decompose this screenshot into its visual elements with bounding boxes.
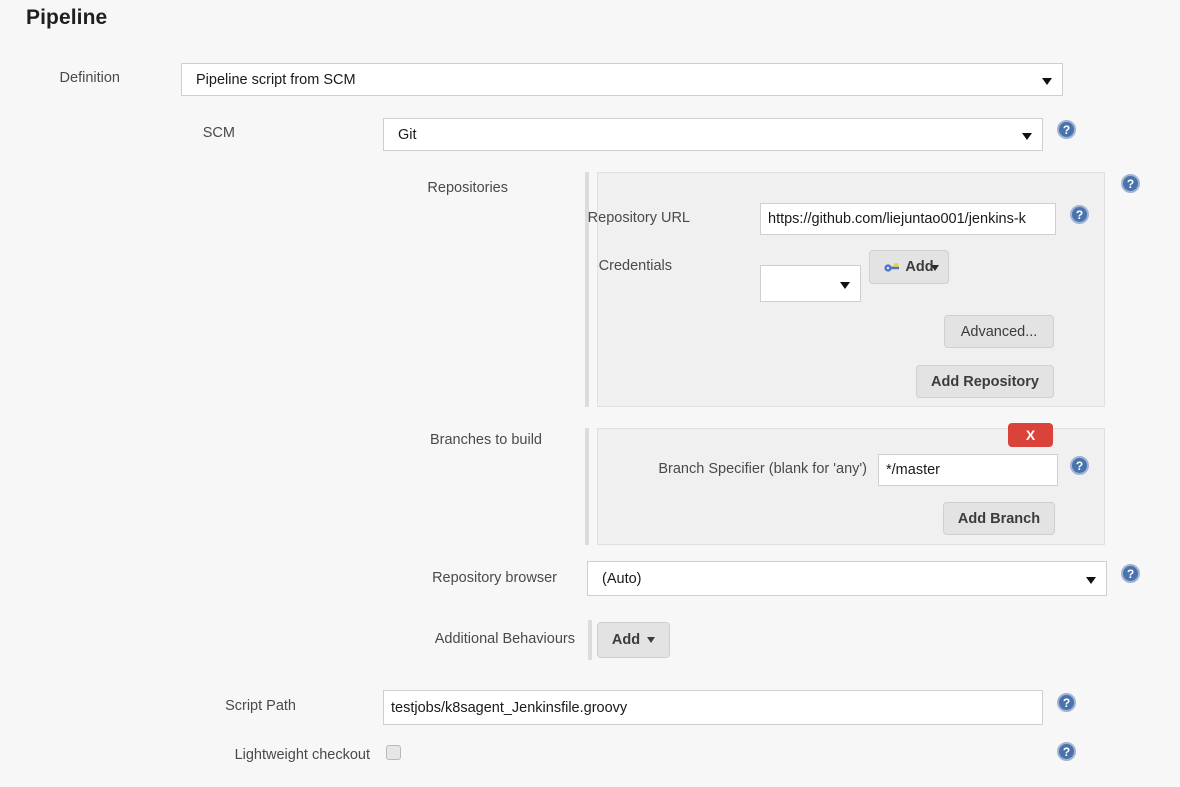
chevron-down-icon — [840, 281, 850, 289]
add-branch-button[interactable]: Add Branch — [943, 502, 1055, 535]
repository-url-help-icon[interactable]: ? — [1070, 205, 1089, 224]
repositories-accent-bar — [585, 172, 589, 407]
repository-browser-help-icon[interactable]: ? — [1121, 564, 1140, 583]
additional-behaviours-add-button[interactable]: Add — [597, 622, 670, 658]
script-path-help-icon[interactable]: ? — [1057, 693, 1076, 712]
lightweight-checkout-label: Lightweight checkout — [234, 747, 370, 763]
additional-behaviours-label: Additional Behaviours — [434, 631, 575, 647]
lightweight-checkout-checkbox[interactable] — [386, 745, 401, 760]
scm-label: SCM — [202, 125, 235, 141]
definition-select[interactable]: Pipeline script from SCM — [181, 63, 1063, 96]
chevron-down-icon — [1022, 132, 1032, 140]
repository-url-input[interactable] — [760, 203, 1056, 235]
lightweight-checkout-help-icon[interactable]: ? — [1057, 742, 1076, 761]
key-icon — [884, 261, 901, 273]
definition-label: Definition — [59, 70, 120, 86]
credentials-add-label: Add — [905, 259, 934, 275]
scm-select-value: Git — [398, 126, 417, 143]
delete-branch-button[interactable]: X — [1008, 423, 1053, 447]
credentials-add-button[interactable]: Add — [869, 250, 949, 284]
repository-browser-value: (Auto) — [602, 570, 642, 587]
scm-help-icon[interactable]: ? — [1057, 120, 1076, 139]
branches-to-build-label: Branches to build — [429, 432, 542, 448]
credentials-label: Credentials — [598, 258, 672, 274]
chevron-down-icon — [1086, 576, 1096, 584]
branch-specifier-input[interactable] — [878, 454, 1058, 486]
additional-behaviours-accent-bar — [588, 620, 592, 660]
definition-select-value: Pipeline script from SCM — [196, 71, 356, 88]
page-title: Pipeline — [26, 6, 108, 29]
script-path-input[interactable] — [383, 690, 1043, 725]
repositories-label: Repositories — [427, 180, 508, 196]
add-repository-button[interactable]: Add Repository — [916, 365, 1054, 398]
script-path-label: Script Path — [225, 698, 296, 714]
branches-accent-bar — [585, 428, 589, 545]
repositories-help-icon[interactable]: ? — [1121, 174, 1140, 193]
additional-behaviours-add-label: Add — [611, 632, 641, 648]
credentials-select[interactable] — [760, 265, 861, 302]
repository-url-label: Repository URL — [587, 210, 690, 226]
chevron-down-icon — [931, 265, 939, 271]
branch-specifier-help-icon[interactable]: ? — [1070, 456, 1089, 475]
advanced-button[interactable]: Advanced... — [944, 315, 1054, 348]
repository-browser-select[interactable]: (Auto) — [587, 561, 1107, 596]
chevron-down-icon — [647, 637, 656, 643]
repository-browser-label: Repository browser — [432, 570, 557, 586]
scm-select[interactable]: Git — [383, 118, 1043, 151]
chevron-down-icon — [1042, 77, 1052, 85]
branch-specifier-label: Branch Specifier (blank for 'any') — [658, 461, 867, 477]
